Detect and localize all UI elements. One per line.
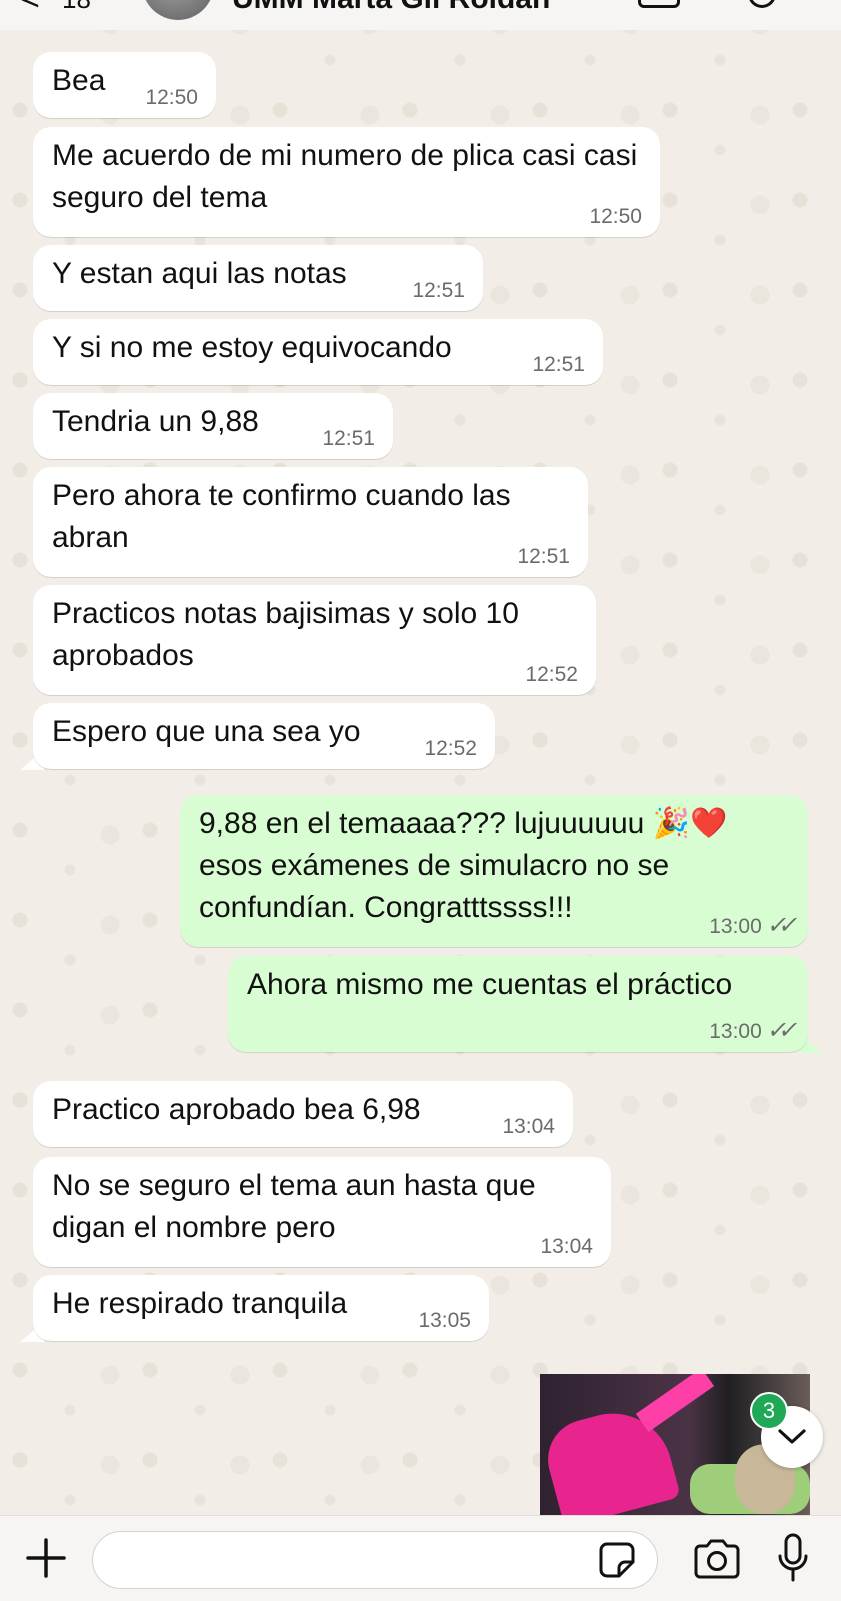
message-incoming[interactable]: Practico aprobado bea 6,98 13:04 (33, 1081, 573, 1147)
message-time: 12:50 (145, 86, 198, 109)
read-receipt-icon: ✓✓ (765, 1017, 793, 1044)
message-incoming[interactable]: Bea 12:50 (33, 52, 216, 118)
read-receipt-icon: ✓✓ (765, 912, 793, 939)
message-time: 13:00 (709, 915, 762, 938)
avatar[interactable] (142, 0, 214, 20)
chevron-down-icon (778, 1429, 806, 1444)
message-text: Y estan aqui las notas (52, 257, 347, 290)
message-text: Practicos notas bajisimas y solo 10 apro… (52, 597, 528, 672)
video-call-icon[interactable] (638, 0, 680, 8)
unread-messages-badge: 3 (750, 1392, 788, 1430)
message-incoming[interactable]: Espero que una sea yo 12:52 (33, 703, 495, 769)
message-text: Practico aprobado bea 6,98 (52, 1093, 421, 1126)
message-composer (0, 1515, 841, 1601)
message-text: Ahora mismo me cuentas el práctico (247, 968, 733, 1001)
message-incoming[interactable]: Me acuerdo de mi numero de plica casi ca… (33, 127, 660, 237)
message-outgoing[interactable]: Ahora mismo me cuentas el práctico 13:00… (228, 956, 808, 1052)
message-time: 12:50 (589, 205, 642, 228)
message-time: 13:05 (418, 1309, 471, 1332)
message-text: No se seguro el tema aun hasta que digan… (52, 1169, 544, 1244)
message-incoming[interactable]: Pero ahora te confirmo cuando las abran … (33, 467, 588, 577)
microphone-icon[interactable] (776, 1532, 810, 1584)
message-text: Tendria un 9,88 (52, 405, 259, 438)
message-meta: 13:00 ✓✓ (709, 1017, 793, 1044)
phone-call-icon[interactable] (748, 0, 776, 8)
message-incoming[interactable]: Tendria un 9,88 12:51 (33, 393, 393, 459)
unread-chats-count[interactable]: 18 (62, 0, 91, 15)
message-incoming[interactable]: Y si no me estoy equivocando 12:51 (33, 319, 603, 385)
message-input[interactable] (92, 1531, 658, 1589)
message-incoming[interactable]: No se seguro el tema aun hasta que digan… (33, 1157, 611, 1267)
message-text: Bea (52, 64, 106, 97)
message-text: He respirado tranquila (52, 1287, 348, 1320)
message-time: 12:51 (412, 279, 465, 302)
message-time: 13:04 (502, 1115, 555, 1138)
message-time: 12:52 (424, 737, 477, 760)
chat-header: < 18 UMM Marta Gil Roldán (0, 0, 841, 30)
message-text: Espero que una sea yo (52, 715, 361, 748)
camera-icon[interactable] (692, 1538, 742, 1580)
message-outgoing[interactable]: 9,88 en el temaaaa??? lujuuuuuu 🎉❤️ esos… (180, 795, 808, 947)
sticker-icon[interactable] (597, 1540, 637, 1580)
message-text: Pero ahora te confirmo cuando las abran (52, 479, 519, 554)
message-meta: 13:00 ✓✓ (709, 912, 793, 939)
message-text: 9,88 en el temaaaa??? lujuuuuuu 🎉❤️ esos… (199, 807, 736, 924)
contact-name[interactable]: UMM Marta Gil Roldán (232, 0, 550, 16)
message-time: 13:00 (709, 1020, 762, 1043)
message-text: Me acuerdo de mi numero de plica casi ca… (52, 139, 646, 214)
back-chevron-icon[interactable]: < (20, 0, 40, 19)
plus-icon[interactable] (24, 1536, 68, 1580)
message-text: Y si no me estoy equivocando (52, 331, 452, 364)
message-incoming[interactable]: Y estan aqui las notas 12:51 (33, 245, 483, 311)
message-incoming[interactable]: He respirado tranquila 13:05 (33, 1275, 489, 1341)
message-time: 12:51 (532, 353, 585, 376)
message-time: 13:04 (540, 1235, 593, 1258)
message-time: 12:51 (517, 545, 570, 568)
message-time: 12:52 (525, 663, 578, 686)
message-time: 12:51 (322, 427, 375, 450)
message-incoming[interactable]: Practicos notas bajisimas y solo 10 apro… (33, 585, 596, 695)
